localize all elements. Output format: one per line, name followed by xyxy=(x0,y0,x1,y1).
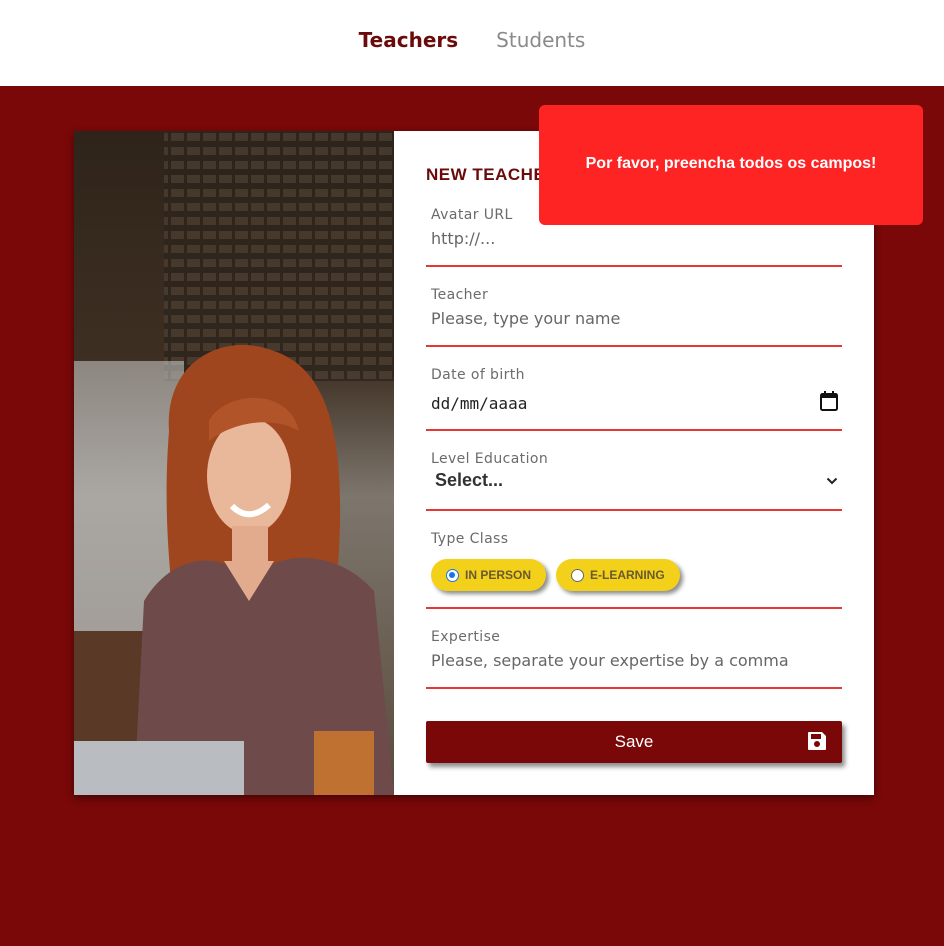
teacher-form: NEW TEACHER Avatar URL Teacher Date of b… xyxy=(394,131,874,795)
radio-e-learning[interactable]: E-LEARNING xyxy=(556,559,680,591)
save-button-label: Save xyxy=(614,732,654,751)
teacher-photo xyxy=(74,131,394,795)
nav-students-link[interactable]: Students xyxy=(477,28,604,52)
teacher-name-label: Teacher xyxy=(431,287,489,303)
date-of-birth-label: Date of birth xyxy=(431,367,525,383)
type-class-field: Type Class IN PERSON E-LEARNING xyxy=(426,531,842,609)
avatar-url-input[interactable] xyxy=(431,229,842,248)
type-class-options: IN PERSON E-LEARNING xyxy=(431,559,842,591)
calendar-icon[interactable] xyxy=(820,391,838,416)
radio-in-person-dot[interactable] xyxy=(446,568,459,582)
type-class-label: Type Class xyxy=(431,531,509,547)
radio-in-person-label: IN PERSON xyxy=(465,568,532,582)
error-toast-message: Por favor, preencha todos os campos! xyxy=(585,155,877,172)
teacher-photo-illustration xyxy=(74,131,394,795)
nav-teachers-link[interactable]: Teachers xyxy=(340,28,477,52)
level-education-select[interactable]: Select... xyxy=(431,470,842,491)
new-teacher-card: NEW TEACHER Avatar URL Teacher Date of b… xyxy=(74,131,874,795)
date-of-birth-field: Date of birth dd/mm/aaaa xyxy=(426,367,842,431)
teacher-name-field: Teacher xyxy=(426,287,842,347)
date-of-birth-input[interactable]: dd/mm/aaaa xyxy=(431,391,842,416)
level-education-label: Level Education xyxy=(431,451,549,467)
date-of-birth-value: dd/mm/aaaa xyxy=(431,394,528,413)
chevron-down-icon xyxy=(826,472,838,490)
teacher-name-input[interactable] xyxy=(431,309,842,328)
level-education-field: Level Education Select... xyxy=(426,451,842,511)
radio-e-learning-label: E-LEARNING xyxy=(590,568,665,582)
expertise-label: Expertise xyxy=(431,629,501,645)
radio-in-person[interactable]: IN PERSON xyxy=(431,559,547,591)
level-education-selected: Select... xyxy=(435,470,504,490)
top-navigation: Teachers Students xyxy=(0,0,944,86)
expertise-input[interactable] xyxy=(431,651,842,670)
save-button[interactable]: Save xyxy=(426,721,842,763)
expertise-field: Expertise xyxy=(426,629,842,689)
save-icon xyxy=(808,732,826,755)
error-toast[interactable]: Por favor, preencha todos os campos! xyxy=(539,105,923,225)
radio-e-learning-dot[interactable] xyxy=(571,568,585,582)
